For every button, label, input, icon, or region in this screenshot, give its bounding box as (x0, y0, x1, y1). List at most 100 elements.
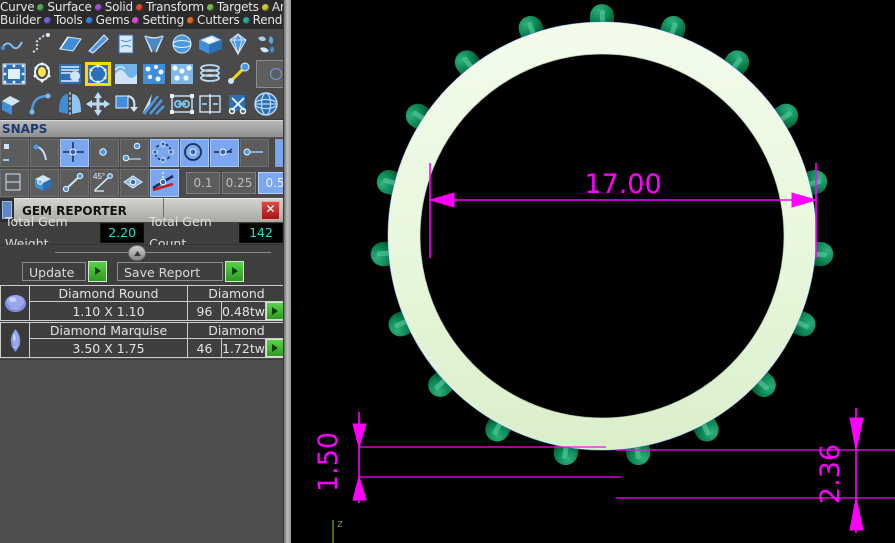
cluster-setting-icon[interactable] (112, 60, 140, 88)
snap-perp-icon[interactable] (210, 139, 239, 167)
helix-icon[interactable] (28, 30, 56, 58)
toolbar-row-1 (0, 29, 283, 59)
surface-loft-icon[interactable] (112, 30, 140, 58)
total-gem-count-value: 142 (239, 223, 283, 243)
menu-item-builder[interactable]: Builder (0, 14, 41, 27)
snap-angle-icon[interactable]: 45° (90, 169, 119, 197)
menu-item-tools[interactable]: Tools (54, 14, 83, 27)
surface-book-icon[interactable] (56, 30, 84, 58)
menu-bullet-icon (187, 17, 195, 24)
gem-diamond-icon[interactable] (224, 30, 252, 58)
snap-cen-icon[interactable] (120, 139, 149, 167)
snap-vertex-icon[interactable] (60, 169, 89, 197)
surface-revolve-icon[interactable] (140, 30, 168, 58)
snap-tan-icon[interactable] (240, 139, 269, 167)
axis-label-z: z (337, 517, 343, 530)
bead-setting-icon[interactable] (168, 60, 196, 88)
snaps-row-2: 45° 0.1 0.25 0.5 1.0 (0, 168, 283, 198)
snap-point-icon[interactable] (60, 139, 89, 167)
gem-count: 46 (188, 339, 222, 357)
table-row[interactable]: Diamond Round Diamond 1.10 X 1.10 96 0.4… (0, 285, 283, 321)
menu-bullet-icon (37, 4, 45, 11)
split-icon[interactable] (196, 90, 224, 118)
menu-bullet-icon (132, 17, 140, 24)
snap-tolerance-2[interactable]: 0.5 (258, 172, 283, 194)
mirror-icon[interactable] (56, 90, 84, 118)
gem-table: Diamond Round Diamond 1.10 X 1.10 96 0.4… (0, 283, 283, 358)
menu-bullet-icon (44, 17, 52, 24)
snap-object-icon[interactable] (30, 169, 59, 197)
gem-row-fields: Diamond Round Diamond 1.10 X 1.10 96 0.4… (30, 285, 283, 321)
halo-setting-icon[interactable] (28, 60, 56, 88)
gem-totals-row: Total Gem Weight 2.20 Total Gem Count 14… (0, 214, 283, 251)
trim-scissors-icon[interactable] (224, 90, 252, 118)
snap-quad-icon[interactable] (150, 139, 179, 167)
save-report-button[interactable]: Save Report (117, 261, 223, 281)
menu-bullet-icon (135, 4, 143, 11)
move-icon[interactable] (84, 90, 112, 118)
snaps-row-1 (0, 138, 283, 168)
snap-tolerance-0[interactable]: 0.1 (186, 172, 220, 194)
snap-tolerance-1[interactable]: 0.25 (222, 172, 256, 194)
prong-tool-icon[interactable] (224, 60, 252, 88)
curve-tool-icon[interactable] (0, 30, 28, 58)
dimension-label-17: 17.00 (584, 169, 661, 200)
menu-item-gems[interactable]: Gems (96, 14, 130, 27)
texture-setting-icon[interactable] (140, 60, 168, 88)
globe-render-icon[interactable] (252, 90, 280, 118)
update-go-icon[interactable] (88, 260, 107, 282)
sphere-surface-icon[interactable] (168, 30, 196, 58)
table-row[interactable]: Diamond Marquise Diamond 3.50 X 1.75 46 … (0, 322, 283, 358)
viewport-3d[interactable]: 17.00 1.50 2.36 z (291, 0, 895, 543)
toolbar-row-2 (0, 59, 283, 89)
gem-row-fields: Diamond Marquise Diamond 3.50 X 1.75 46 … (30, 322, 283, 358)
ring-band (388, 22, 816, 450)
gem-row-go-icon[interactable] (265, 302, 283, 320)
chevron-up-icon[interactable] (128, 245, 146, 261)
gem-name: Diamond Marquise (30, 323, 188, 338)
snap-master-toggle[interactable] (275, 139, 283, 167)
close-icon[interactable]: ✕ (261, 201, 280, 220)
snap-tolerance-group: 0.1 0.25 0.5 1.0 (186, 172, 283, 194)
explode-icon[interactable] (140, 90, 168, 118)
snap-project-icon[interactable] (150, 169, 179, 197)
cube-solid-icon[interactable] (0, 90, 28, 118)
svg-text:45°: 45° (93, 172, 105, 181)
snap-int-icon[interactable] (180, 139, 209, 167)
snap-grid-icon[interactable] (0, 169, 29, 197)
channel-setting-icon[interactable] (56, 60, 84, 88)
menu-item-solid[interactable]: Solid (105, 1, 133, 14)
pave-frame-icon[interactable] (0, 60, 28, 88)
application-window: Curve Surface Solid Transform Targets Art Bui… (0, 0, 895, 543)
menu-item-art[interactable]: Art (272, 1, 283, 14)
menu-item-transform[interactable]: Transform (146, 1, 204, 14)
snap-mid-icon[interactable] (90, 139, 119, 167)
gem-type: Diamond (208, 286, 265, 301)
menu-item-curve[interactable]: Curve (0, 1, 35, 14)
solid-box-icon[interactable] (196, 30, 224, 58)
gem-size: 3.50 X 1.75 (30, 339, 188, 357)
extrude-icon[interactable] (112, 90, 140, 118)
menu-row-2: Builder Tools Gems Setting Cutters Render (0, 14, 283, 27)
snap-near-icon[interactable] (30, 139, 59, 167)
arc-curve-icon[interactable] (28, 90, 56, 118)
snap-end-icon[interactable] (0, 139, 29, 167)
menu-item-cutters[interactable]: Cutters (197, 14, 240, 27)
view-circle-toggle[interactable] (256, 60, 283, 88)
link-icon[interactable] (168, 90, 196, 118)
menu-item-surface[interactable]: Surface (47, 1, 92, 14)
menu-item-setting[interactable]: Setting (142, 14, 184, 27)
spiral-coil-icon[interactable] (196, 60, 224, 88)
panel-empty-area (0, 359, 283, 543)
prong-array-icon[interactable] (84, 60, 112, 88)
update-button[interactable]: Update (22, 261, 86, 281)
gem-row-go-icon[interactable] (265, 339, 283, 357)
snap-planar-icon[interactable] (120, 169, 149, 197)
menu-item-targets[interactable]: Targets (217, 1, 259, 14)
surface-sweep-icon[interactable] (84, 30, 112, 58)
menu-item-render[interactable]: Render (253, 14, 283, 27)
gem-type: Diamond (208, 323, 265, 338)
save-report-go-icon[interactable] (225, 260, 244, 282)
menu-bullet-icon (85, 17, 93, 24)
boolean-union-icon[interactable] (252, 30, 280, 58)
